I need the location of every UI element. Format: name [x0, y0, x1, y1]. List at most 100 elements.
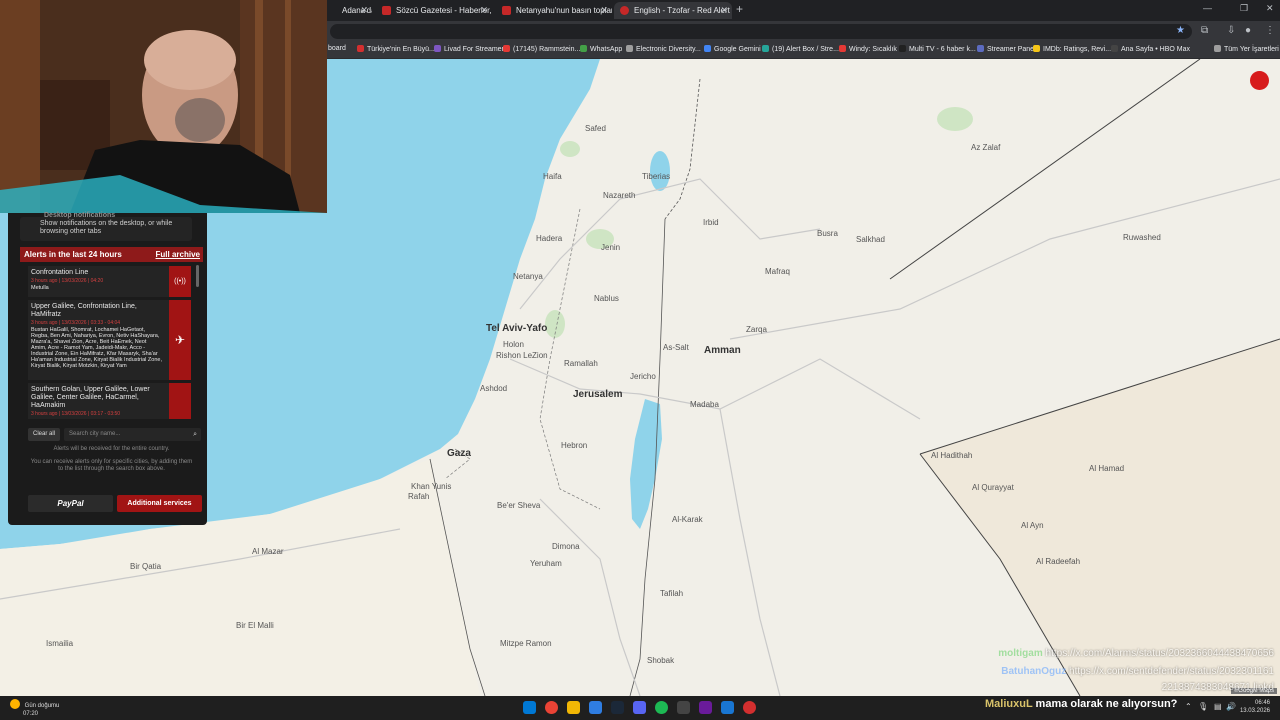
- bookmark-favicon-icon: [899, 45, 906, 52]
- address-bar[interactable]: [330, 24, 1192, 39]
- bookmark-item[interactable]: Streamer Panel: [977, 45, 1036, 53]
- download-icon[interactable]: ⇩: [1227, 25, 1235, 36]
- alert-title: Southern Golan, Upper Galilee, Lower Gal…: [31, 386, 150, 409]
- network-icon[interactable]: ▤: [1214, 702, 1222, 711]
- map-label: Ashdod: [480, 384, 508, 393]
- chat-ticker: MaliuxuL mama olarak ne alıyorsun?: [985, 698, 1177, 710]
- bookmark-item[interactable]: Windy: Sıcaklık: [839, 45, 897, 53]
- bookmark-favicon-icon: [762, 45, 769, 52]
- system-clock[interactable]: 06:46 13.03.2026: [1240, 699, 1270, 715]
- map-label: Mafraq: [765, 267, 790, 276]
- close-window-icon[interactable]: ✕: [1266, 3, 1274, 14]
- additional-services-button[interactable]: Additional services: [117, 495, 202, 512]
- clear-all-button[interactable]: Clear all: [28, 428, 60, 441]
- desktop-notifications-setting[interactable]: Desktop notifications Show notifications…: [20, 212, 192, 241]
- app-icon[interactable]: [699, 701, 712, 714]
- map-label: Rishon LeZion: [496, 351, 548, 360]
- search-icon[interactable]: ⌕: [193, 428, 197, 441]
- menu-icon[interactable]: ⋮: [1265, 25, 1275, 36]
- maximize-icon[interactable]: ❐: [1240, 3, 1248, 14]
- bookmark-item[interactable]: Multi TV - 6 haber k...: [899, 45, 976, 53]
- bookmark-item[interactable]: Tüm Yer İşaretleri: [1214, 45, 1279, 53]
- bookmark-favicon-icon: [1111, 45, 1118, 52]
- weather-widget[interactable]: Gün doğumu 07:20: [10, 699, 59, 718]
- webcam-image: [0, 0, 327, 213]
- extensions-icon[interactable]: ⧉: [1201, 25, 1208, 36]
- minimize-icon[interactable]: —: [1203, 3, 1212, 13]
- close-icon[interactable]: ✕: [360, 2, 368, 19]
- obs-icon[interactable]: [743, 701, 756, 714]
- discord-icon[interactable]: [633, 701, 646, 714]
- chat-user: moltigam: [998, 648, 1043, 659]
- alert-item[interactable]: Southern Golan, Upper Galilee, Lower Gal…: [28, 383, 191, 419]
- map-label: Az Zalaf: [971, 143, 1001, 152]
- map-label: Rafah: [408, 492, 430, 501]
- tab-sozcu[interactable]: Sözcü Gazetesi - Haberler, son ✕: [376, 2, 492, 19]
- map-label: Al-Karak: [672, 515, 703, 524]
- city-search-input[interactable]: Search city name... ⌕: [64, 428, 201, 441]
- bookmark-label: Multi TV - 6 haber k...: [909, 46, 976, 53]
- app-icon[interactable]: [721, 701, 734, 714]
- map-label: Irbid: [703, 218, 719, 227]
- sunrise-icon: [10, 699, 20, 709]
- bookmark-item[interactable]: (17145) Rammstein...: [503, 45, 580, 53]
- start-icon[interactable]: [523, 701, 536, 714]
- alert-time: 3 hours ago | 13/03/2026 | 03:17 - 03:50: [31, 411, 121, 417]
- alert-time: 3 hours ago | 13/03/2026 | 04:20: [31, 278, 104, 284]
- bookmark-label: (17145) Rammstein...: [513, 46, 581, 53]
- bookmark-item[interactable]: Livad For Streamers: [434, 45, 507, 53]
- calculator-icon[interactable]: [677, 701, 690, 714]
- bookmark-favicon-icon: [626, 45, 633, 52]
- notif-text: Show notifications on the desktop, or wh…: [40, 220, 173, 235]
- bookmark-favicon-icon: [357, 45, 364, 52]
- profile-icon[interactable]: ●: [1245, 25, 1251, 36]
- bookmark-item[interactable]: Google Gemini: [704, 45, 761, 53]
- mic-icon[interactable]: 🎙: [1198, 702, 1208, 711]
- bookmark-favicon-icon: [839, 45, 846, 52]
- bookmark-item[interactable]: IMDb: Ratings, Revi...: [1033, 45, 1111, 53]
- bookmark-star-icon[interactable]: ★: [1176, 25, 1185, 36]
- chat-overlay-line: moltigam https://x.com/Alarms/status/203…: [998, 648, 1274, 659]
- spotify-icon[interactable]: [655, 701, 668, 714]
- bookmark-label: WhatsApp: [590, 46, 623, 53]
- tab-tzofar[interactable]: English - Tzofar - Red Alert ✕: [614, 2, 732, 19]
- alert-item[interactable]: Upper Galilee, Confrontation Line, HaMif…: [28, 300, 191, 380]
- steam-icon[interactable]: [611, 701, 624, 714]
- map-label: Busra: [817, 229, 838, 238]
- map-label: Yeruham: [530, 559, 562, 568]
- bookmark-item[interactable]: Electronic Diversity...: [626, 45, 701, 53]
- close-icon[interactable]: ✕: [600, 2, 608, 19]
- webcam-overlay: [0, 0, 327, 213]
- bookmark-label: Livad For Streamers: [444, 46, 508, 53]
- paypal-button[interactable]: PayPal: [28, 495, 113, 512]
- close-icon[interactable]: ✕: [480, 2, 488, 19]
- map-label: Madaba: [690, 400, 719, 409]
- bookmark-favicon-icon: [503, 45, 510, 52]
- tray-chevron-icon[interactable]: ⌃: [1185, 702, 1192, 711]
- bookmark-label: IMDb: Ratings, Revi...: [1043, 46, 1112, 53]
- map-label: Mitzpe Ramon: [500, 639, 552, 648]
- chat-message: https://x.com/sentdefender/status/203230…: [1069, 666, 1274, 677]
- new-tab-icon[interactable]: +: [736, 2, 743, 16]
- close-icon[interactable]: ✕: [720, 2, 728, 19]
- bookmark-item[interactable]: board: [328, 45, 346, 52]
- bookmark-item[interactable]: Türkiye'nin En Büyü...: [357, 45, 435, 53]
- alert-title: Confrontation Line: [31, 269, 89, 276]
- tab-adana[interactable]: Adana'da ✕: [322, 2, 372, 19]
- full-archive-link[interactable]: Full archive: [156, 247, 200, 262]
- alert-item[interactable]: Confrontation Line 3 hours ago | 13/03/2…: [28, 266, 191, 297]
- edge-icon[interactable]: [589, 701, 602, 714]
- bookmark-item[interactable]: Ana Sayfa • HBO Max: [1111, 45, 1190, 53]
- tab-label: Netanyahu'nun basın toplantısı: [516, 6, 612, 15]
- bookmark-item[interactable]: WhatsApp: [580, 45, 622, 53]
- map-label: Tiberias: [642, 172, 671, 181]
- bookmark-item[interactable]: (19) Alert Box / Stre...: [762, 45, 839, 53]
- chat-ticker-user: MaliuxuL: [985, 698, 1033, 710]
- file-explorer-icon[interactable]: [567, 701, 580, 714]
- map-label: Salkhad: [856, 235, 885, 244]
- chrome-icon[interactable]: [545, 701, 558, 714]
- tab-netanyahu[interactable]: Netanyahu'nun basın toplantısı ✕: [496, 2, 612, 19]
- alerts-scrollbar[interactable]: [196, 265, 199, 287]
- volume-icon[interactable]: 🔊: [1226, 702, 1236, 711]
- alert-side-marker: [169, 383, 191, 419]
